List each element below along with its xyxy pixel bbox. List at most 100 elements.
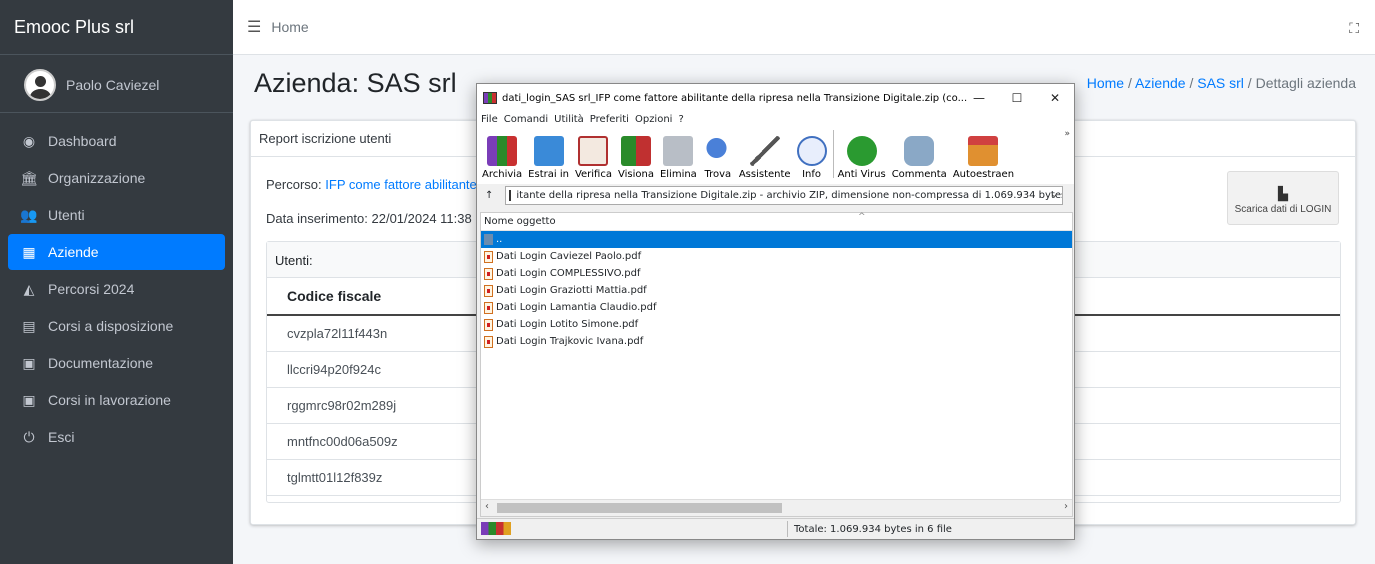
tool-trova[interactable]: Trova	[702, 136, 733, 180]
tool-label: Archivia	[482, 169, 523, 180]
tool-archivia[interactable]: Archivia	[482, 136, 522, 180]
tool-info[interactable]: Info	[796, 136, 827, 180]
file-row[interactable]: Dati Login Trajkovic Ivana.pdf	[481, 333, 1072, 350]
minimize-icon[interactable]: —	[960, 84, 998, 112]
sidebar-item-label: Aziende	[48, 244, 99, 260]
scrollbar-thumb[interactable]	[497, 503, 782, 513]
pdf-file-icon	[484, 267, 493, 280]
topbar: ☰ Home ⛶	[233, 0, 1375, 55]
tool-assistente[interactable]: Assistente	[739, 136, 791, 180]
tool-antivirus[interactable]: Anti Virus	[838, 136, 886, 180]
building-icon: ▦	[22, 243, 36, 260]
sfx-box-icon	[968, 136, 999, 166]
trash-icon	[663, 136, 694, 166]
percorso-label: Percorso:	[266, 177, 322, 192]
book-icon: ▤	[22, 317, 36, 334]
menu-help[interactable]: ?	[678, 114, 683, 125]
hamburger-icon[interactable]: ☰	[247, 17, 261, 37]
bank-icon: 🏛	[20, 169, 38, 186]
menu-utilita[interactable]: Utilità	[554, 114, 584, 125]
file-row[interactable]: Dati Login Caviezel Paolo.pdf	[481, 248, 1072, 265]
winrar-menubar: File Comandi Utilità Preferiti Opzioni ?	[477, 112, 1074, 127]
breadcrumb-aziende[interactable]: Aziende	[1135, 75, 1186, 91]
winrar-toolbar: Archivia Estrai in Verifica Visiona Elim…	[477, 127, 1074, 184]
file-row[interactable]: Dati Login Graziotti Mattia.pdf	[481, 282, 1072, 299]
parent-folder-icon	[484, 234, 493, 245]
comment-icon	[904, 136, 935, 166]
winrar-statusbar: Totale: 1.069.934 bytes in 6 file	[477, 518, 1074, 539]
sidebar-item-organizzazione[interactable]: 🏛 Organizzazione	[8, 160, 225, 196]
chevron-down-icon[interactable]: ⌄	[1050, 189, 1058, 200]
menu-comandi[interactable]: Comandi	[504, 114, 548, 125]
sidebar-nav: ◉ Dashboard 🏛 Organizzazione 👥 Utenti ▦ Azie…	[0, 123, 233, 455]
toolbar-overflow-icon[interactable]: »	[1064, 129, 1070, 139]
zip-archive-icon	[509, 190, 512, 201]
winrar-window: dati_login_SAS srl_IFP come fattore abil…	[476, 83, 1075, 540]
file-row[interactable]: Dati Login Lotito Simone.pdf	[481, 316, 1072, 333]
user-panel[interactable]: Paolo Caviezel	[0, 58, 233, 113]
breadcrumb-home[interactable]: Home	[1087, 75, 1124, 91]
percorso-link[interactable]: IFP come fattore abilitante	[325, 177, 477, 192]
sidebar-item-corsi-lavorazione[interactable]: ▣ Corsi in lavorazione	[8, 382, 225, 418]
sidebar-item-corsi-disposizione[interactable]: ▤ Corsi a disposizione	[8, 308, 225, 344]
breadcrumb-company[interactable]: SAS srl	[1197, 75, 1244, 91]
sidebar-item-label: Corsi in lavorazione	[48, 392, 171, 408]
fullscreen-icon[interactable]: ⛶	[1349, 20, 1359, 37]
sidebar-item-utenti[interactable]: 👥 Utenti	[8, 197, 225, 233]
column-nome-oggetto[interactable]: Nome oggetto ^	[481, 212, 1072, 231]
tool-elimina[interactable]: Elimina	[660, 136, 697, 180]
tool-estrai[interactable]: Estrai in	[528, 136, 569, 180]
sidebar-item-aziende[interactable]: ▦ Aziende	[8, 234, 225, 270]
topbar-home-link[interactable]: Home	[271, 19, 308, 35]
sidebar-item-esci[interactable]: ⏻ Esci	[8, 419, 225, 455]
user-avatar-icon	[24, 69, 56, 101]
user-name[interactable]: Paolo Caviezel	[66, 77, 159, 93]
excel-file-icon: ▣	[22, 391, 36, 408]
tool-label: Elimina	[659, 169, 697, 180]
up-arrow-icon[interactable]: ↑	[485, 190, 493, 201]
tool-commenta[interactable]: Commenta	[892, 136, 947, 180]
tool-label: Estrai in	[528, 169, 569, 180]
tool-visiona[interactable]: Visiona	[618, 136, 654, 180]
download-login-button[interactable]: ▙ Scarica dati di LOGIN	[1227, 171, 1339, 225]
file-row[interactable]: Dati Login COMPLESSIVO.pdf	[481, 265, 1072, 282]
archive-path-field[interactable]: itante della ripresa nella Transizione D…	[505, 186, 1064, 205]
horizontal-scrollbar[interactable]: ‹ ›	[481, 499, 1072, 516]
file-name: ..	[496, 234, 503, 245]
sidebar-item-label: Esci	[48, 429, 75, 445]
pdf-file-icon	[484, 318, 493, 331]
file-row[interactable]: Dati Login Lamantia Claudio.pdf	[481, 299, 1072, 316]
status-archive-icon[interactable]	[481, 522, 511, 535]
archive-icon	[487, 136, 518, 166]
sidebar-item-percorsi[interactable]: ◭ Percorsi 2024	[8, 271, 225, 307]
scroll-left-icon[interactable]: ‹	[485, 501, 489, 512]
checklist-icon	[578, 136, 609, 166]
tool-autoestraente[interactable]: Autoestraen	[953, 136, 1014, 180]
tool-verifica[interactable]: Verifica	[575, 136, 612, 180]
scroll-right-icon[interactable]: ›	[1064, 501, 1068, 512]
maximize-icon[interactable]: ☐	[998, 84, 1036, 112]
parent-folder-row[interactable]: ..	[481, 231, 1072, 248]
tool-label: Visiona	[617, 169, 654, 180]
file-name: Dati Login Lotito Simone.pdf	[496, 319, 639, 330]
tool-label: Commenta	[891, 169, 947, 180]
pdf-file-icon	[484, 284, 493, 297]
menu-file[interactable]: File	[481, 114, 498, 125]
sidebar-item-label: Percorsi 2024	[48, 281, 135, 297]
sidebar: Emooc Plus srl Paolo Caviezel ◉ Dashboard…	[0, 0, 233, 564]
tool-label: Assistente	[738, 169, 791, 180]
brand-title[interactable]: Emooc Plus srl	[0, 0, 233, 55]
close-icon[interactable]: ✕	[1036, 84, 1074, 112]
percorso: Percorso: IFP come fattore abilitante	[266, 177, 477, 192]
page-title: Azienda: SAS srl	[254, 68, 457, 98]
book-view-icon	[620, 136, 651, 166]
sidebar-item-documentazione[interactable]: ▣ Documentazione	[8, 345, 225, 381]
search-icon	[702, 136, 733, 166]
menu-preferiti[interactable]: Preferiti	[590, 114, 629, 125]
winrar-titlebar[interactable]: dati_login_SAS srl_IFP come fattore abil…	[477, 84, 1074, 112]
tool-label: Verifica	[574, 169, 612, 180]
antivirus-bug-icon	[846, 136, 877, 166]
menu-opzioni[interactable]: Opzioni	[635, 114, 672, 125]
sidebar-item-dashboard[interactable]: ◉ Dashboard	[8, 123, 225, 159]
winrar-app-icon	[483, 92, 497, 104]
